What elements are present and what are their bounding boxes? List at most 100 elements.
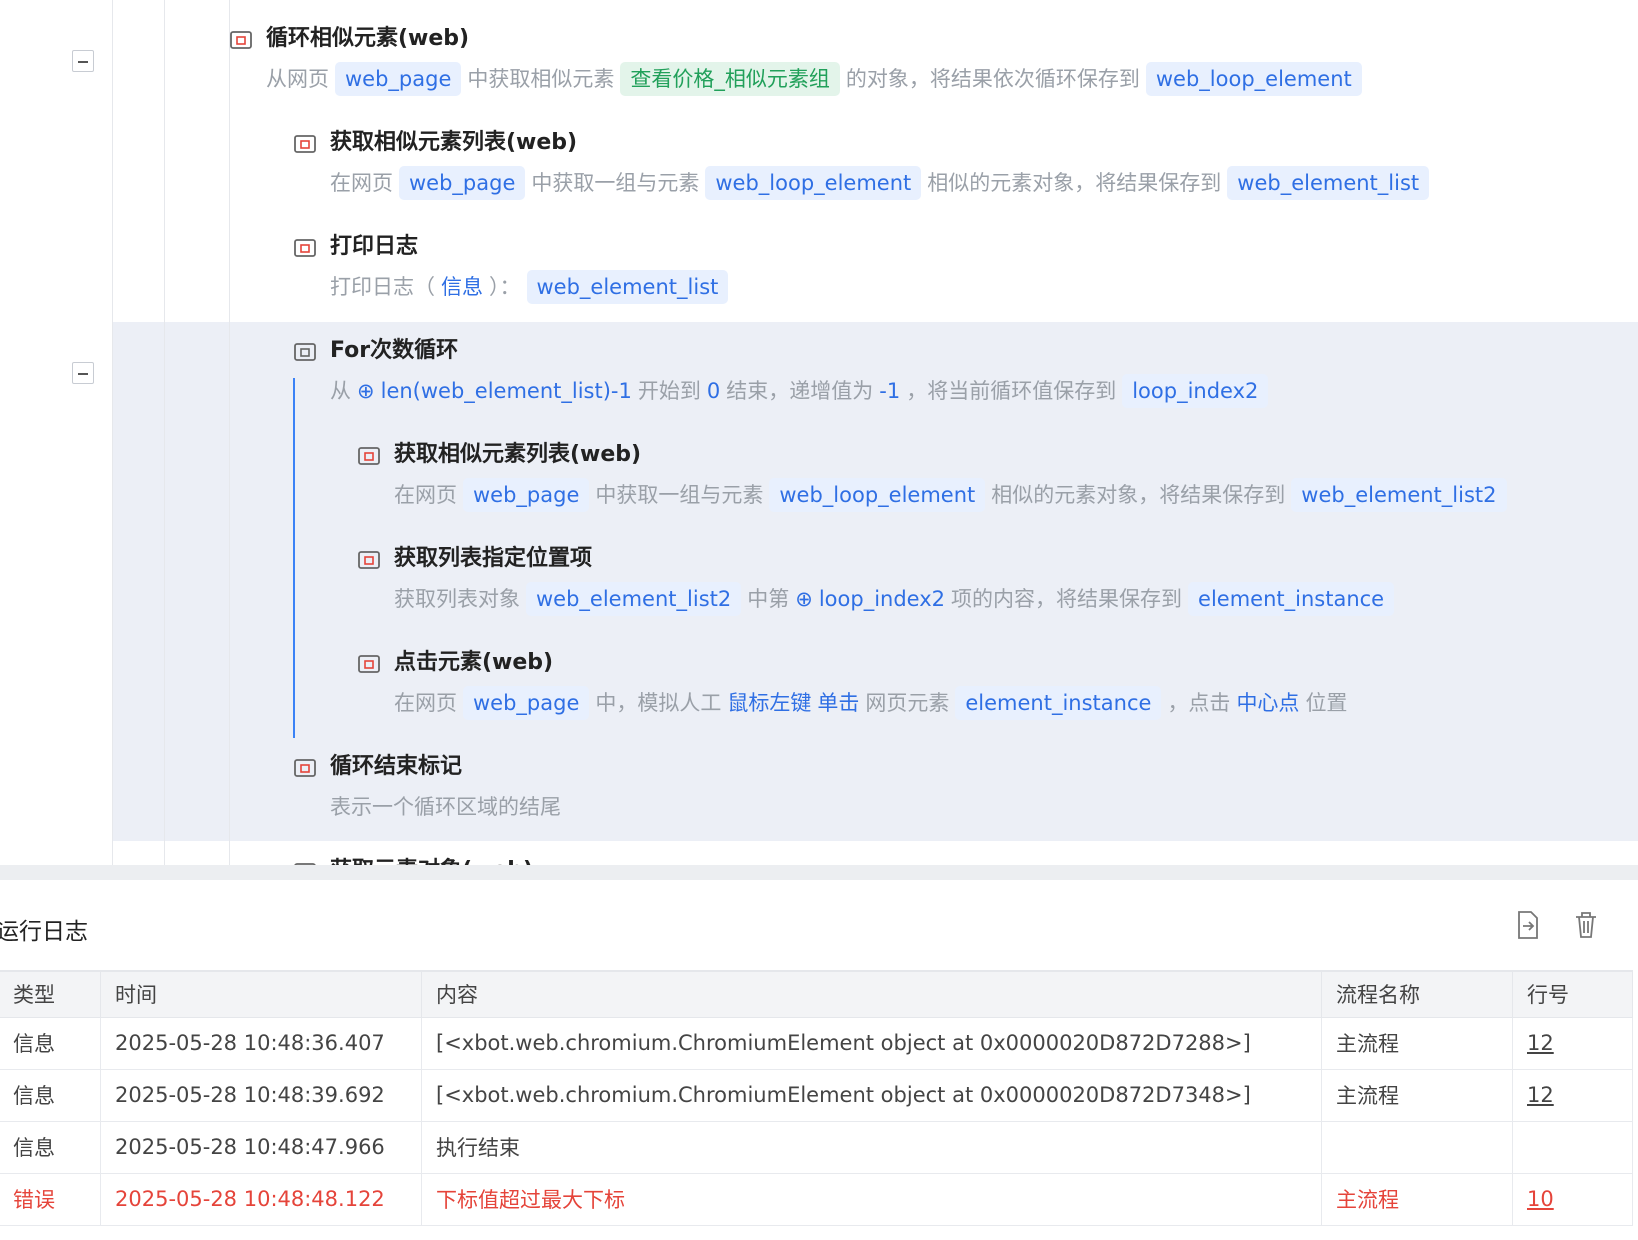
param-value[interactable]: 中心点 (1236, 686, 1299, 720)
log-table: 类型 时间 内容 流程名称 行号 信息 2025-05-28 10:48:36.407 [<… (0, 970, 1633, 1226)
step-title: 获取列表指定位置项 (394, 546, 593, 571)
step-title: 点击元素(web) (394, 650, 554, 675)
variable-chip[interactable]: web_element_list (526, 270, 729, 304)
collapse-toggle[interactable] (72, 50, 94, 72)
log-time: 2025-05-28 10:48:36.407 (100, 1016, 422, 1070)
flow-step[interactable]: 打印日志 打印日志（ 信息）： web_element_list (294, 232, 734, 304)
desc-text: 在网页 (394, 691, 457, 715)
log-title: 运行日志 (0, 919, 88, 945)
step-description: 打印日志（ 信息）： web_element_list (330, 270, 734, 304)
indent-guide (164, 0, 165, 865)
variable-chip[interactable]: web_page (335, 62, 462, 96)
export-log-icon[interactable] (1514, 910, 1542, 940)
log-content: [<xbot.web.chromium.ChromiumElement obje… (421, 1068, 1322, 1122)
variable-chip[interactable]: web_element_list (1227, 166, 1430, 200)
step-description: 在网页 web_page 中，模拟人工 鼠标左键 单击 网页元素 element_insta… (394, 686, 1353, 720)
param-value[interactable]: ⊕ (357, 374, 375, 408)
variable-chip[interactable]: web_element_list2 (526, 582, 742, 616)
desc-text: 结束，递增值为 (726, 379, 874, 403)
log-row[interactable]: 错误 2025-05-28 10:48:48.122 下标值超过最大下标 主流程 10 (0, 1172, 1633, 1226)
param-value[interactable]: 信息 (441, 270, 483, 304)
variable-chip[interactable]: web_element_list2 (1291, 478, 1507, 512)
step-description: 在网页 web_page 中获取一组与元素 web_loop_element 相似的元素… (394, 478, 1513, 512)
click-element-icon (356, 652, 382, 676)
panel-splitter[interactable] (0, 865, 1638, 880)
flow-step[interactable]: 获取相似元素列表(web) 在网页 web_page 中获取一组与元素 web_loop… (358, 440, 1513, 512)
log-line[interactable]: 10 (1512, 1172, 1633, 1226)
desc-text: 从 (330, 379, 351, 403)
desc-text: 从网页 (266, 67, 329, 91)
clear-log-icon[interactable] (1572, 910, 1600, 940)
step-title: For次数循环 (330, 338, 459, 363)
flow-step[interactable]: 获取相似元素列表(web) 在网页 web_page 中获取一组与元素 web_loop… (294, 128, 1435, 200)
log-line[interactable]: 12 (1512, 1016, 1633, 1070)
flow-step[interactable]: For次数循环从 ⊕ len(web_element_list)-1 开始到 0 结束，递… (294, 336, 1274, 408)
log-type: 信息 (0, 1016, 101, 1070)
variable-chip[interactable]: element_instance (1188, 582, 1395, 616)
flow-editor: 循环相似元素(web) 从网页 web_page 中获取相似元素 查看价格_相似元素组的… (0, 0, 1638, 865)
flow-step[interactable]: 循环相似元素(web) 从网页 web_page 中获取相似元素 查看价格_相似元素组的… (230, 24, 1368, 96)
element-chip[interactable]: 查看价格_相似元素组 (620, 62, 840, 96)
print-icon (292, 236, 318, 260)
desc-text: 位置 (1305, 691, 1348, 715)
variable-chip[interactable]: web_page (463, 478, 590, 512)
desc-text: ，将当前循环值保存到 (906, 379, 1117, 403)
desc-text: 在网页 (394, 483, 457, 507)
loop-end-icon (292, 756, 318, 780)
log-flow: 主流程 (1321, 1016, 1513, 1070)
param-value[interactable]: -1 (879, 374, 900, 408)
variable-chip[interactable]: loop_index2 (1122, 374, 1269, 408)
step-description: 从 ⊕ len(web_element_list)-1 开始到 0 结束，递增值为 -1 ，将… (330, 374, 1274, 408)
desc-text: ，点击 (1167, 691, 1231, 715)
flow-step[interactable]: 循环结束标记 表示一个循环区域的结尾 (294, 752, 567, 824)
collapse-toggle[interactable] (72, 362, 94, 384)
log-line[interactable]: 12 (1512, 1068, 1633, 1122)
step-title: 获取相似元素列表(web) (394, 442, 642, 467)
flow-step[interactable]: 点击元素(web) 在网页 web_page 中，模拟人工 鼠标左键 单击 网页元素 elem… (358, 648, 1353, 720)
param-value[interactable]: 单击 (817, 686, 859, 720)
variable-chip[interactable]: web_page (399, 166, 526, 200)
param-value[interactable]: 鼠标左键 (727, 686, 811, 720)
desc-text: 相似的元素对象，将结果保存到 (927, 171, 1222, 195)
log-line[interactable] (1512, 1120, 1633, 1174)
log-row[interactable]: 信息 2025-05-28 10:48:39.692 [<xbot.web.chro… (0, 1068, 1633, 1122)
similar-list-icon (292, 132, 318, 156)
desc-text: 中获取相似元素 (467, 67, 615, 91)
log-flow (1321, 1120, 1513, 1174)
column-header[interactable]: 流程名称 (1321, 970, 1513, 1018)
desc-text: 中，模拟人工 (595, 691, 722, 715)
param-value[interactable]: len(web_element_list)-1 (381, 374, 632, 408)
column-header[interactable]: 内容 (421, 970, 1322, 1018)
flow-step[interactable]: 获取元素对象(web) (294, 856, 533, 865)
log-content: 执行结束 (421, 1120, 1322, 1174)
variable-chip[interactable]: web_loop_element (1145, 62, 1362, 96)
column-header[interactable]: 类型 (0, 970, 101, 1018)
similar-list-icon (356, 444, 382, 468)
desc-text: 在网页 (330, 171, 393, 195)
desc-text: 项的内容，将结果保存到 (951, 587, 1183, 611)
variable-chip[interactable]: web_loop_element (769, 478, 986, 512)
log-content: [<xbot.web.chromium.ChromiumElement obje… (421, 1016, 1322, 1070)
log-row[interactable]: 信息 2025-05-28 10:48:47.966 执行结束 (0, 1120, 1633, 1174)
log-flow: 主流程 (1321, 1068, 1513, 1122)
gutter-divider (112, 0, 113, 865)
desc-text: 表示一个循环区域的结尾 (330, 795, 561, 819)
desc-text: 网页元素 (865, 691, 950, 715)
column-header[interactable]: 时间 (100, 970, 422, 1018)
param-value[interactable]: 0 (707, 374, 720, 408)
desc-text: 中第 (747, 587, 790, 611)
log-row[interactable]: 信息 2025-05-28 10:48:36.407 [<xbot.web.chro… (0, 1016, 1633, 1070)
for-loop-icon (292, 340, 318, 364)
desc-text: 打印日志（ (330, 275, 435, 299)
step-description: 从网页 web_page 中获取相似元素 查看价格_相似元素组 的对象，将结果依次循环保… (266, 62, 1368, 96)
column-header[interactable]: 行号 (1512, 970, 1633, 1018)
desc-text: 的对象，将结果依次循环保存到 (845, 67, 1140, 91)
param-value[interactable]: ⊕ (795, 582, 813, 616)
variable-chip[interactable]: web_loop_element (705, 166, 922, 200)
log-type: 信息 (0, 1120, 101, 1174)
flow-step[interactable]: 获取列表指定位置项 获取列表对象 web_element_list2 中第 ⊕ loop_… (358, 544, 1400, 616)
param-value[interactable]: loop_index2 (819, 582, 945, 616)
variable-chip[interactable]: element_instance (955, 686, 1162, 720)
variable-chip[interactable]: web_page (463, 686, 590, 720)
step-title: 循环相似元素(web) (266, 26, 470, 51)
